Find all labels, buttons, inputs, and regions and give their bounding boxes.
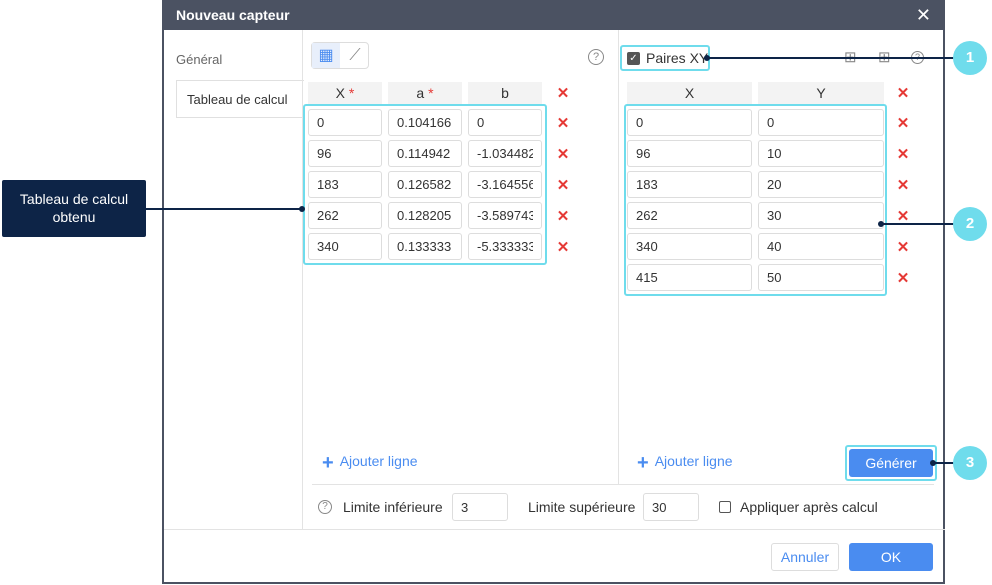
- upper-limit-label: Limite supérieure: [528, 499, 636, 515]
- delete-row-icon[interactable]: ✕: [896, 176, 910, 194]
- apply-after-checkbox[interactable]: [719, 501, 731, 513]
- column-header-label: X: [684, 85, 695, 101]
- result-table-highlight: [303, 104, 547, 265]
- tab-tableau-de-calcul[interactable]: Tableau de calcul: [176, 80, 304, 118]
- delete-row-icon[interactable]: ✕: [556, 114, 570, 132]
- add-row-right-button[interactable]: + Ajouter ligne: [637, 452, 733, 475]
- add-row-label: Ajouter ligne: [339, 453, 418, 469]
- divider: [312, 484, 934, 485]
- delete-row-icon[interactable]: ✕: [556, 207, 570, 225]
- add-row-left-button[interactable]: + Ajouter ligne: [322, 452, 418, 475]
- cancel-button[interactable]: Annuler: [771, 543, 839, 571]
- callout-marker-3: 3: [953, 446, 987, 480]
- callout-dot: [930, 460, 936, 466]
- callout-dot: [878, 221, 884, 227]
- xy-pairs-checkbox[interactable]: ✓: [627, 52, 640, 65]
- column-header: X *: [308, 82, 382, 104]
- delete-column-icon[interactable]: ✕: [896, 84, 910, 102]
- callout-line: [881, 223, 956, 225]
- column-header-label: Y: [816, 85, 826, 101]
- delete-row-icon[interactable]: ✕: [896, 238, 910, 256]
- upper-limit-input[interactable]: [643, 493, 699, 521]
- help-icon[interactable]: ?: [318, 500, 332, 514]
- chart-view-icon[interactable]: ⟋: [343, 43, 367, 68]
- column-header: a *: [388, 82, 462, 104]
- callout-line: [146, 208, 302, 210]
- column-header-label: b: [501, 85, 509, 101]
- xy-table-highlight: [624, 104, 887, 296]
- callout-marker-2: 2: [953, 207, 987, 241]
- delete-row-icon[interactable]: ✕: [896, 145, 910, 163]
- help-icon[interactable]: ?: [588, 49, 604, 65]
- column-header-label: X: [335, 85, 345, 101]
- column-header: Y: [758, 82, 884, 104]
- callout-result-table: Tableau de calcul obtenu: [2, 180, 146, 237]
- callout-marker-1: 1: [953, 41, 987, 75]
- lower-limit-input[interactable]: [452, 493, 508, 521]
- callout-line: [706, 57, 956, 59]
- required-marker: *: [345, 85, 355, 101]
- divider: [618, 30, 619, 485]
- generate-button[interactable]: Générer: [849, 449, 933, 477]
- delete-row-icon[interactable]: ✕: [556, 176, 570, 194]
- required-marker: *: [424, 85, 434, 101]
- delete-row-icon[interactable]: ✕: [896, 269, 910, 287]
- table-view-icon[interactable]: ▦: [312, 43, 340, 68]
- tab-general[interactable]: Général: [176, 52, 222, 67]
- column-header: X: [627, 82, 752, 104]
- dialog: Nouveau capteur ✕ Général Tableau de cal…: [162, 0, 945, 584]
- add-row-label: Ajouter ligne: [654, 453, 733, 469]
- apply-after-label: Appliquer après calcul: [740, 499, 878, 515]
- delete-column-icon[interactable]: ✕: [556, 84, 570, 102]
- dialog-title: Nouveau capteur: [164, 0, 945, 30]
- delete-row-icon[interactable]: ✕: [556, 238, 570, 256]
- ok-button[interactable]: OK: [849, 543, 933, 571]
- callout-dot: [704, 55, 710, 61]
- column-header: b: [468, 82, 542, 104]
- callout-dot: [299, 206, 305, 212]
- lower-limit-label: Limite inférieure: [343, 499, 443, 515]
- xy-pairs-label: Paires XY: [646, 50, 709, 66]
- close-icon[interactable]: ✕: [916, 5, 931, 26]
- divider: [164, 529, 945, 530]
- delete-row-icon[interactable]: ✕: [556, 145, 570, 163]
- delete-row-icon[interactable]: ✕: [896, 114, 910, 132]
